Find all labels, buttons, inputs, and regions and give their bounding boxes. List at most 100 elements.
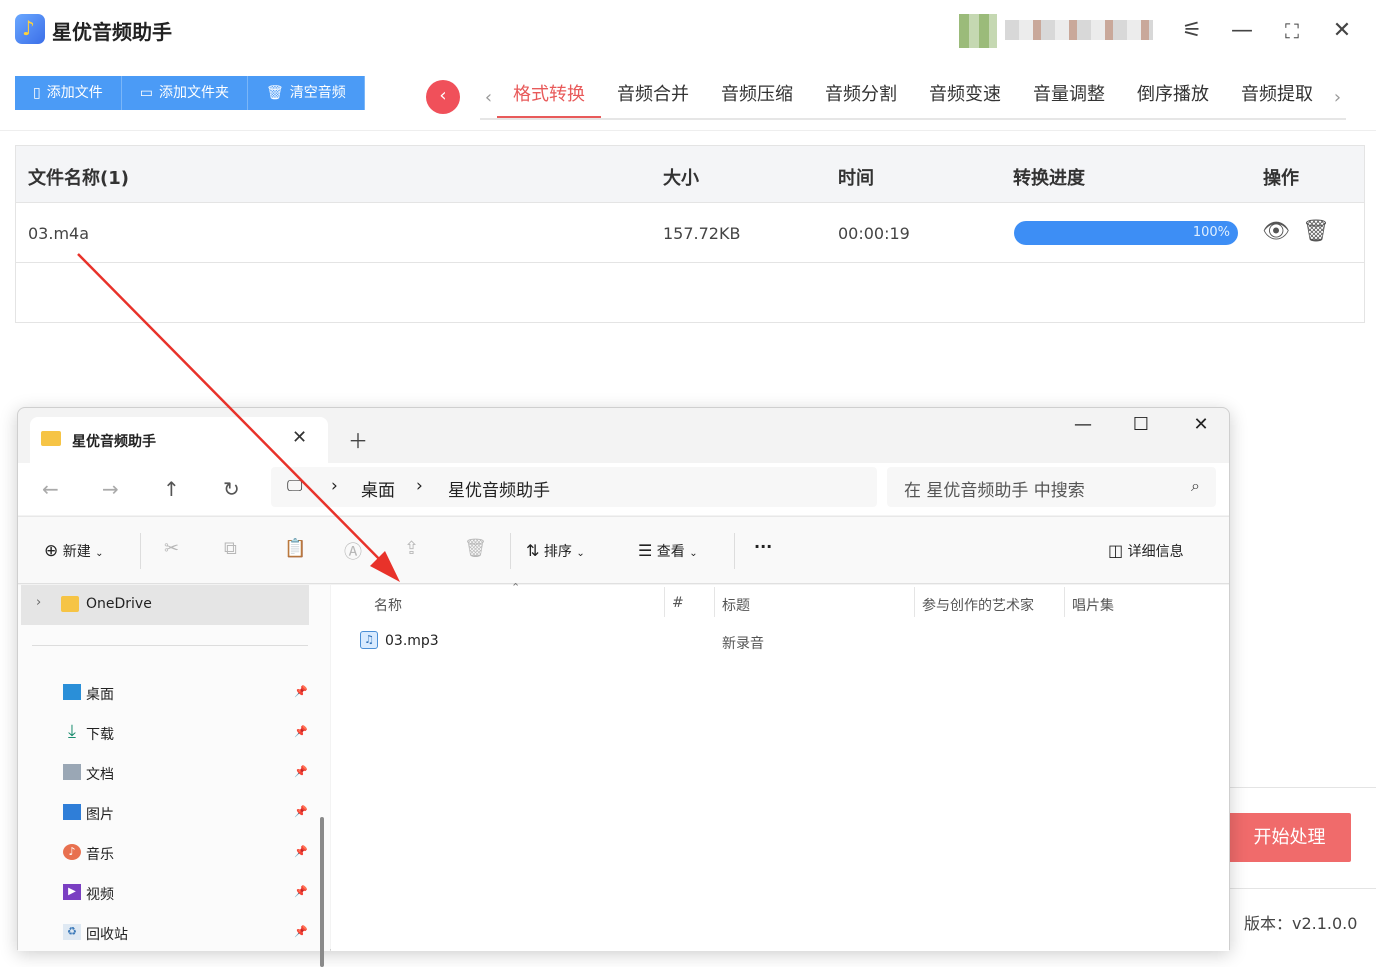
tab-scroll-left-icon[interactable]: ‹ — [480, 87, 497, 108]
add-folder-button[interactable]: ▭ 添加文件夹 — [121, 76, 248, 110]
divider — [734, 533, 735, 569]
pin-icon[interactable]: 📌 — [294, 805, 308, 818]
chevron-right-icon: › — [36, 595, 42, 610]
view-button[interactable]: ☰ 查看 ⌄ — [638, 541, 698, 561]
breadcrumb-folder[interactable]: 星优音频助手 — [448, 476, 550, 501]
music-icon: ♪ — [63, 844, 81, 860]
collapse-button[interactable]: ‹ — [426, 80, 460, 114]
sidebar-item-downloads[interactable]: ⤓ 下载 📌 — [21, 713, 309, 753]
pin-icon[interactable]: 📌 — [294, 925, 308, 938]
col-album[interactable]: 唱片集 — [1072, 595, 1114, 615]
col-title[interactable]: 标题 — [722, 595, 750, 615]
divider — [32, 645, 308, 646]
sort-button[interactable]: ⇅ 排序 ⌄ — [526, 541, 585, 561]
tab-audio-speed[interactable]: 音频变速 — [913, 76, 1017, 118]
details-pane-icon: ◫ — [1108, 541, 1124, 560]
sidebar-item-music[interactable]: ♪ 音乐 📌 — [21, 833, 309, 873]
chevron-down-icon: ⌄ — [689, 548, 698, 559]
user-avatar[interactable] — [959, 14, 997, 48]
col-name[interactable]: 名称 — [374, 595, 402, 615]
file-icon: ▯ — [33, 85, 41, 101]
minimize-icon[interactable]: — — [1226, 16, 1258, 46]
app-title: 星优音频助手 — [52, 20, 172, 44]
close-icon[interactable]: ✕ — [1181, 414, 1221, 435]
forward-arrow-icon[interactable]: → — [102, 477, 119, 501]
up-arrow-icon[interactable]: ↑ — [163, 477, 180, 501]
preview-eye-icon[interactable]: 👁 — [1262, 219, 1290, 244]
refresh-icon[interactable]: ↻ — [223, 477, 240, 501]
sidebar-item-recycle-bin[interactable]: ♻ 回收站 📌 — [21, 913, 309, 953]
explorer-sidebar: › OneDrive 桌面 📌 ⤓ 下载 📌 文档 📌 图片 📌 ♪ 音乐 📌 … — [18, 585, 330, 967]
tab-reverse-play[interactable]: 倒序播放 — [1121, 76, 1225, 118]
sidebar-item-documents[interactable]: 文档 📌 — [21, 753, 309, 793]
version-label: 版本：v2.1.0.0 — [1244, 914, 1358, 933]
plus-circle-icon: ⊕ — [44, 541, 59, 561]
tab-audio-split[interactable]: 音频分割 — [809, 76, 913, 118]
table-row[interactable]: 03.m4a 157.72KB 00:00:19 100% 👁 🗑 — [16, 203, 1364, 263]
more-options-button[interactable]: ··· — [754, 537, 772, 556]
app-logo-icon — [15, 14, 45, 44]
tab-format-convert[interactable]: 格式转换 — [497, 76, 601, 118]
command-bar: ⊕ 新建 ⌄ ✂ ⧉ 📋 Ⓐ ⇪ 🗑 ⇅ 排序 ⌄ ☰ 查看 ⌄ ··· ◫ 详… — [18, 516, 1229, 584]
col-number[interactable]: # — [672, 595, 684, 611]
address-bar[interactable]: 🖵 › 桌面 › 星优音频助手 — [271, 467, 877, 507]
row-size: 157.72KB — [663, 224, 741, 243]
copy-icon[interactable]: ⧉ — [224, 538, 237, 559]
col-artist[interactable]: 参与创作的艺术家 — [922, 595, 1034, 615]
tab-audio-extract[interactable]: 音频提取 — [1225, 76, 1329, 118]
explorer-navbar: ← → ↑ ↻ 🖵 › 桌面 › 星优音频助手 在 星优音频助手 中搜索 ⌕ — [18, 463, 1229, 515]
paste-icon[interactable]: 📋 — [284, 538, 306, 559]
close-icon[interactable]: ✕ — [1326, 16, 1358, 46]
maximize-icon[interactable]: ⛶ — [1276, 16, 1308, 46]
file-title: 新录音 — [722, 636, 764, 652]
progress-bar: 100% — [1014, 221, 1238, 245]
explorer-tab[interactable]: 星优音频助手 ✕ — [30, 417, 328, 463]
sidebar-item-desktop[interactable]: 桌面 📌 — [21, 673, 309, 713]
tab-audio-compress[interactable]: 音频压缩 — [705, 76, 809, 118]
folder-icon: ▭ — [139, 85, 153, 101]
breadcrumb-desktop[interactable]: 桌面 — [361, 476, 395, 501]
divider — [914, 587, 915, 617]
start-process-button[interactable]: 开始处理 — [1228, 813, 1351, 862]
desktop-icon — [63, 684, 81, 700]
cut-icon[interactable]: ✂ — [164, 538, 179, 559]
tab-volume-adjust[interactable]: 音量调整 — [1017, 76, 1121, 118]
share-icon[interactable]: ⇪ — [404, 538, 419, 559]
pin-icon[interactable]: 📌 — [294, 685, 308, 698]
table-header: 文件名称(1) 大小 时间 转换进度 操作 — [16, 146, 1364, 203]
file-explorer-window: 星优音频助手 ✕ ＋ — ☐ ✕ ← → ↑ ↻ 🖵 › 桌面 › 星优音频助手… — [17, 407, 1230, 967]
new-tab-icon[interactable]: ＋ — [348, 425, 368, 454]
sidebar-item-pictures[interactable]: 图片 📌 — [21, 793, 309, 833]
pin-icon[interactable]: 📌 — [294, 885, 308, 898]
details-button[interactable]: ◫ 详细信息 — [1108, 541, 1184, 561]
search-input[interactable]: 在 星优音频助手 中搜索 ⌕ — [887, 467, 1216, 507]
sidebar-item-onedrive[interactable]: › OneDrive — [21, 585, 309, 625]
pin-icon[interactable]: 📌 — [294, 845, 308, 858]
back-arrow-icon[interactable]: ← — [42, 477, 59, 501]
minimize-icon[interactable]: — — [1063, 414, 1103, 435]
divider — [1064, 587, 1065, 617]
row-time: 00:00:19 — [838, 224, 910, 243]
delete-trash-icon[interactable]: 🗑 — [1302, 219, 1330, 244]
tab-scroll-right-icon[interactable]: › — [1329, 87, 1346, 108]
tab-audio-merge[interactable]: 音频合并 — [601, 76, 705, 118]
pin-icon[interactable]: 📌 — [294, 725, 308, 738]
clear-audio-button[interactable]: 🗑 清空音频 — [247, 76, 365, 110]
col-filename: 文件名称(1) — [28, 168, 129, 189]
chevron-down-icon: ⌄ — [576, 548, 585, 559]
divider — [714, 587, 715, 617]
monitor-icon: 🖵 — [287, 476, 303, 495]
sidebar-scrollbar[interactable] — [320, 817, 324, 967]
rename-icon[interactable]: Ⓐ — [344, 538, 362, 564]
settings-sliders-icon[interactable]: ⚟ — [1176, 16, 1208, 46]
close-tab-icon[interactable]: ✕ — [292, 427, 307, 448]
pin-icon[interactable]: 📌 — [294, 765, 308, 778]
delete-icon[interactable]: 🗑 — [464, 538, 487, 559]
trash-icon: 🗑 — [265, 85, 284, 101]
maximize-icon[interactable]: ☐ — [1121, 414, 1161, 435]
recycle-bin-icon: ♻ — [63, 924, 81, 940]
sidebar-item-videos[interactable]: ▶ 视频 📌 — [21, 873, 309, 913]
download-icon: ⤓ — [68, 721, 76, 742]
add-file-button[interactable]: ▯ 添加文件 — [15, 76, 122, 110]
new-button[interactable]: ⊕ 新建 ⌄ — [44, 541, 104, 561]
